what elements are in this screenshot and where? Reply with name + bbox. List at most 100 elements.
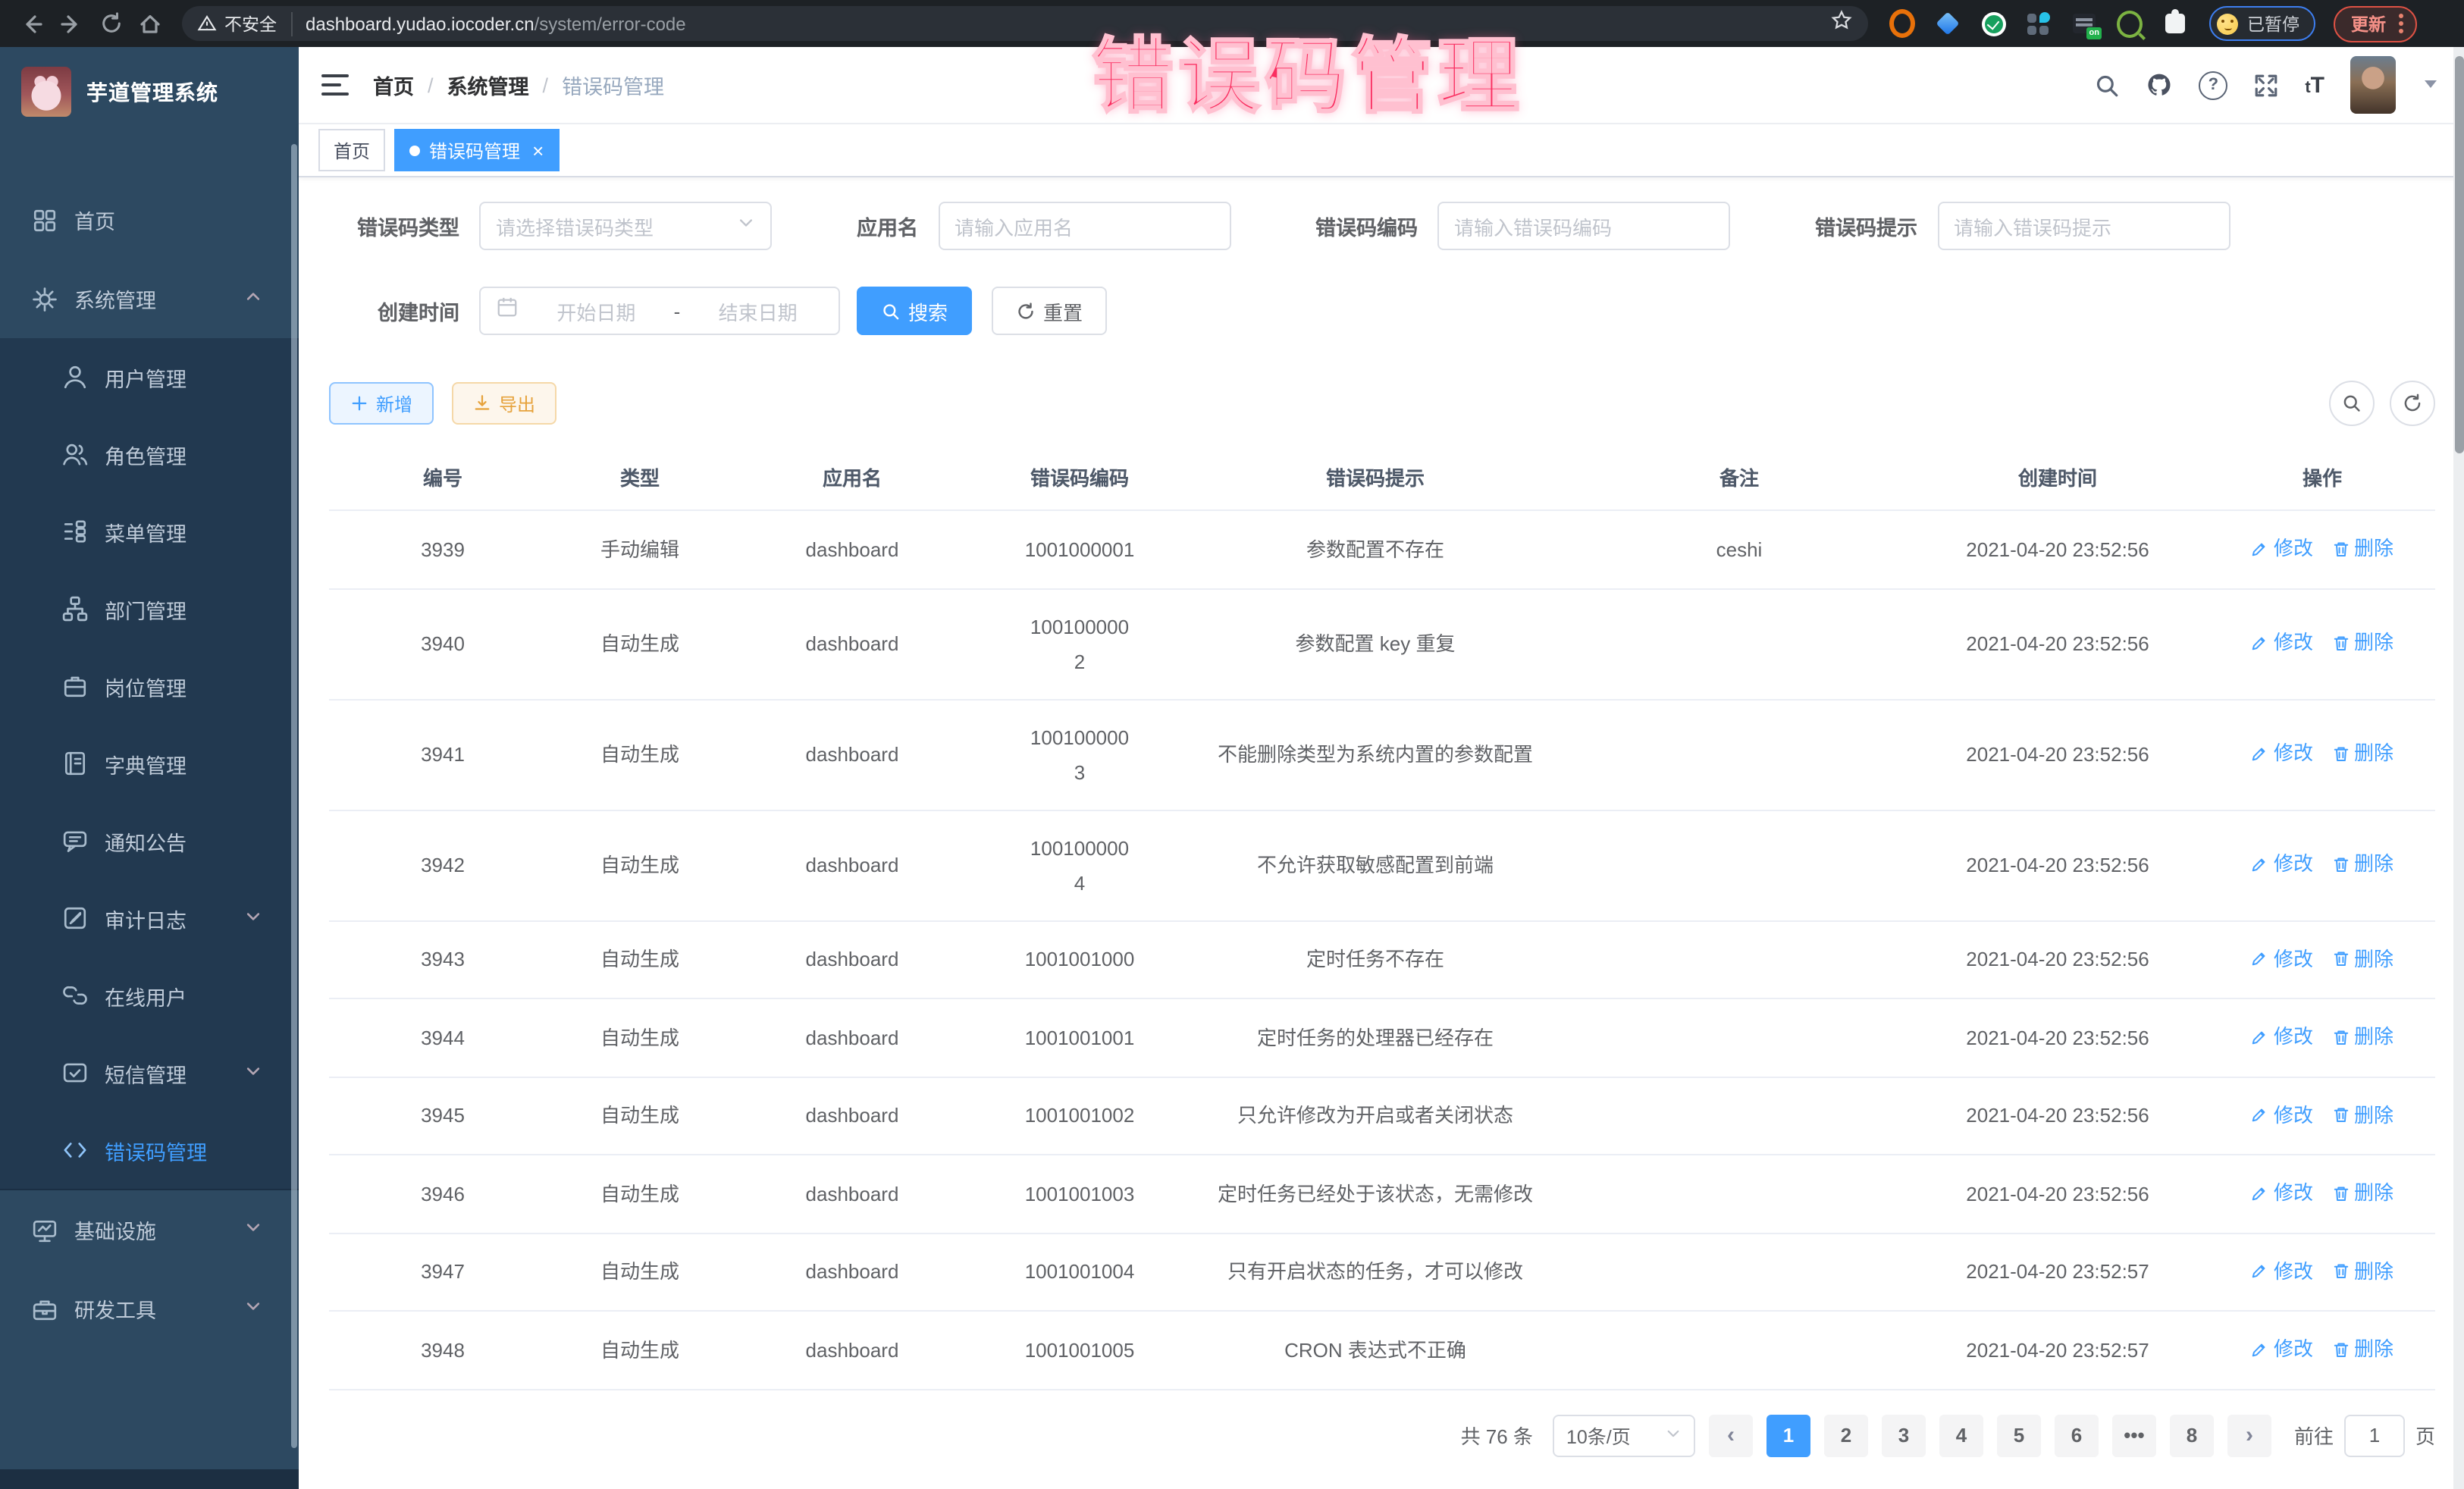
page-button-1[interactable]: 1 bbox=[1766, 1414, 1810, 1456]
extensions-puzzle-icon[interactable] bbox=[2162, 11, 2188, 36]
delete-link[interactable]: 删除 bbox=[2331, 1097, 2393, 1132]
sidebar-item-dashboard[interactable]: 首页 bbox=[0, 180, 299, 259]
tab-error-code[interactable]: 错误码管理 × bbox=[394, 129, 559, 171]
browser-reload-icon[interactable] bbox=[91, 4, 130, 43]
user-avatar[interactable] bbox=[2350, 56, 2396, 114]
reset-button[interactable]: 重置 bbox=[992, 287, 1107, 335]
font-size-icon[interactable]: tT bbox=[2305, 72, 2324, 98]
delete-link[interactable]: 删除 bbox=[2331, 531, 2393, 566]
browser-update-button[interactable]: 更新 bbox=[2333, 5, 2416, 42]
extension-green-check-icon[interactable] bbox=[1980, 11, 2006, 36]
extension-orange-icon[interactable] bbox=[1889, 11, 1915, 36]
edit-link[interactable]: 修改 bbox=[2251, 1019, 2313, 1054]
sidebar-item-user[interactable]: 用户管理 bbox=[0, 338, 299, 415]
export-button[interactable]: 导出 bbox=[452, 382, 556, 425]
sidebar-item-audit-log[interactable]: 审计日志 bbox=[0, 879, 299, 957]
extension-squares-icon[interactable] bbox=[2026, 11, 2052, 36]
table-row: 3939手动编辑dashboard1001000001参数配置不存在ceshi2… bbox=[329, 510, 2435, 588]
page-button-5[interactable]: 5 bbox=[1997, 1414, 2041, 1456]
delete-link[interactable]: 删除 bbox=[2331, 941, 2393, 976]
page-button-3[interactable]: 3 bbox=[1882, 1414, 1926, 1456]
edit-link[interactable]: 修改 bbox=[2251, 1331, 2313, 1366]
hamburger-icon[interactable] bbox=[321, 74, 349, 96]
error-type-select[interactable]: 请选择错误码类型 bbox=[479, 202, 772, 250]
delete-link[interactable]: 删除 bbox=[2331, 1253, 2393, 1288]
fullscreen-icon[interactable] bbox=[2253, 72, 2279, 98]
error-code-input[interactable]: 请输入错误码编码 bbox=[1437, 202, 1730, 250]
sidebar-item-briefcase[interactable]: 岗位管理 bbox=[0, 647, 299, 725]
sidebar-item-online-user[interactable]: 在线用户 bbox=[0, 957, 299, 1034]
cell-msg: 只允许修改为开启或者关闭状态 bbox=[1178, 1077, 1572, 1155]
edit-link[interactable]: 修改 bbox=[2251, 1175, 2313, 1210]
chevron-down-icon bbox=[244, 1218, 262, 1241]
trash-icon bbox=[2331, 1262, 2350, 1280]
edit-link[interactable]: 修改 bbox=[2251, 1253, 2313, 1288]
url-bar[interactable]: 不安全 dashboard.yudao.iocoder.cn/system/er… bbox=[182, 6, 1868, 41]
page-button-8[interactable]: 8 bbox=[2170, 1414, 2214, 1456]
page-button-6[interactable]: 6 bbox=[2055, 1414, 2099, 1456]
delete-link[interactable]: 删除 bbox=[2331, 736, 2393, 771]
edit-pencil-icon bbox=[2251, 1340, 2269, 1358]
scrollbar-thumb[interactable] bbox=[2454, 56, 2463, 453]
edit-link[interactable]: 修改 bbox=[2251, 531, 2313, 566]
github-icon[interactable] bbox=[2146, 71, 2173, 99]
breadcrumb-system[interactable]: 系统管理 bbox=[447, 70, 529, 100]
sidebar-item-announcement[interactable]: 通知公告 bbox=[0, 802, 299, 879]
search-button[interactable]: 搜索 bbox=[857, 287, 972, 335]
edit-link[interactable]: 修改 bbox=[2251, 941, 2313, 976]
browser-menu-kebab-icon[interactable] bbox=[2398, 21, 2403, 26]
next-page-button[interactable]: › bbox=[2227, 1414, 2271, 1456]
browser-back-icon[interactable] bbox=[12, 4, 52, 43]
error-msg-input[interactable]: 请输入错误码提示 bbox=[1937, 202, 2230, 250]
profile-paused-chip[interactable]: 已暂停 bbox=[2209, 6, 2315, 41]
toggle-search-icon[interactable] bbox=[2329, 381, 2375, 426]
delete-link[interactable]: 删除 bbox=[2331, 1019, 2393, 1054]
sidebar-item-sms[interactable]: 短信管理 bbox=[0, 1034, 299, 1111]
header-search-icon[interactable] bbox=[2094, 72, 2120, 98]
edit-link[interactable]: 修改 bbox=[2251, 625, 2313, 660]
tab-home[interactable]: 首页 bbox=[318, 129, 385, 171]
page-size-select[interactable]: 10条/页 bbox=[1553, 1414, 1695, 1456]
sidebar-item-gear[interactable]: 系统管理 bbox=[0, 259, 299, 338]
sidebar-item-toolbox[interactable]: 研发工具 bbox=[0, 1269, 299, 1348]
prev-page-button[interactable]: ‹ bbox=[1709, 1414, 1753, 1456]
app-name-input[interactable]: 请输入应用名 bbox=[938, 202, 1230, 250]
search-icon bbox=[881, 301, 901, 321]
edit-link[interactable]: 修改 bbox=[2251, 1097, 2313, 1132]
security-chip[interactable]: 不安全 bbox=[197, 11, 292, 36]
pager-ellipsis[interactable]: ••• bbox=[2112, 1414, 2156, 1456]
app-logo[interactable]: 芋道管理系统 bbox=[0, 47, 299, 136]
chevron-down-icon[interactable] bbox=[2422, 71, 2440, 99]
add-button[interactable]: 新增 bbox=[329, 382, 434, 425]
menu-tree-icon bbox=[62, 519, 88, 544]
delete-link[interactable]: 删除 bbox=[2331, 1331, 2393, 1366]
extension-leaf-icon[interactable] bbox=[2117, 11, 2143, 36]
sidebar-item-menu-tree[interactable]: 菜单管理 bbox=[0, 493, 299, 570]
goto-page-input[interactable] bbox=[2344, 1414, 2405, 1456]
edit-link[interactable]: 修改 bbox=[2251, 847, 2313, 882]
sidebar-scrollbar[interactable] bbox=[291, 144, 297, 1448]
page-scrollbar[interactable] bbox=[2453, 47, 2464, 1489]
delete-link[interactable]: 删除 bbox=[2331, 847, 2393, 882]
delete-link[interactable]: 删除 bbox=[2331, 1175, 2393, 1210]
extension-on-badge-icon[interactable]: on bbox=[2071, 11, 2097, 36]
sidebar-item-monitor[interactable]: 基础设施 bbox=[0, 1190, 299, 1269]
sidebar-item-users[interactable]: 角色管理 bbox=[0, 415, 299, 493]
breadcrumb-home[interactable]: 首页 bbox=[373, 70, 414, 100]
close-tab-icon[interactable]: × bbox=[532, 140, 544, 160]
browser-home-icon[interactable] bbox=[130, 4, 170, 43]
sidebar-item-org-chart[interactable]: 部门管理 bbox=[0, 570, 299, 647]
page-button-4[interactable]: 4 bbox=[1939, 1414, 1983, 1456]
create-time-range-picker[interactable]: 开始日期 - 结束日期 bbox=[479, 287, 840, 335]
browser-forward-icon[interactable] bbox=[52, 4, 91, 43]
refresh-table-icon[interactable] bbox=[2390, 381, 2435, 426]
bookmark-star-icon[interactable] bbox=[1830, 8, 1853, 39]
sidebar-item-book[interactable]: 字典管理 bbox=[0, 725, 299, 802]
help-icon[interactable]: ? bbox=[2199, 71, 2227, 99]
extension-gem-icon[interactable] bbox=[1935, 11, 1961, 36]
cell-actions: 修改删除 bbox=[2209, 998, 2435, 1077]
delete-link[interactable]: 删除 bbox=[2331, 625, 2393, 660]
edit-link[interactable]: 修改 bbox=[2251, 736, 2313, 771]
sidebar-item-code[interactable]: 错误码管理 bbox=[0, 1111, 299, 1189]
page-button-2[interactable]: 2 bbox=[1824, 1414, 1868, 1456]
